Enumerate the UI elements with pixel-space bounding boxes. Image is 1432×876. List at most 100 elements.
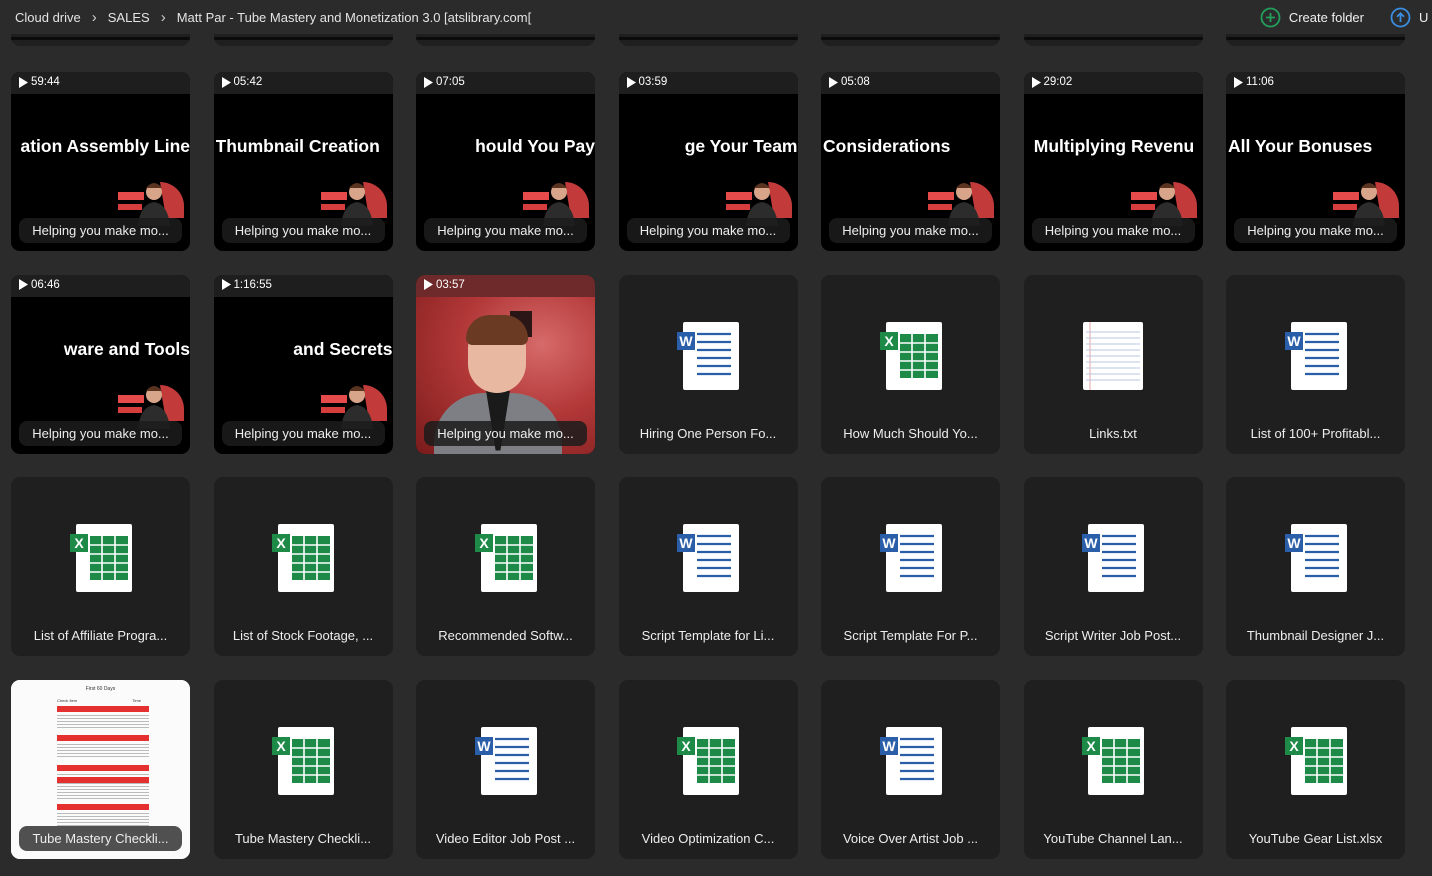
word-document-icon: W	[1284, 524, 1347, 592]
file-name-label: Script Template For P...	[829, 623, 992, 648]
file-tile-excel[interactable]: X How Much Should Yo...	[821, 274, 1000, 454]
previous-row-tile[interactable]	[821, 34, 1000, 46]
file-tile-word[interactable]: W List of 100+ Profitabl...	[1226, 274, 1405, 454]
svg-text:W: W	[1287, 333, 1301, 349]
preview-title: First 60 Days	[85, 685, 116, 692]
file-tile-video[interactable]: 03:59 ge Your Team Helping you make mo...	[618, 72, 798, 251]
file-tile-video[interactable]: 06:46 ware and Tools Helping you make mo..…	[11, 274, 190, 454]
upload-circle-icon	[1390, 7, 1411, 27]
duration-text: 29:02	[1043, 76, 1073, 88]
word-document-icon: W	[677, 321, 739, 390]
file-name-label: Helping you make mo...	[221, 420, 385, 446]
file-tile-word[interactable]: W Voice Over Artist Job ...	[821, 679, 1000, 859]
video-thumbnail-title: ge Your Team	[684, 136, 798, 156]
svg-text:X: X	[479, 535, 489, 551]
file-tile-word[interactable]: W Script Writer Job Post...	[1023, 477, 1203, 656]
previous-row-tile[interactable]	[619, 34, 798, 46]
breadcrumb-sales[interactable]: SALES	[108, 10, 150, 25]
file-tile-video[interactable]: 59:44 ation Assembly Line Helping you make…	[11, 72, 190, 251]
breadcrumb-current-folder: Matt Par - Tube Mastery and Monetization…	[176, 9, 532, 25]
svg-text:X: X	[74, 535, 84, 551]
preview-col-time: Time	[132, 697, 141, 703]
play-icon	[221, 76, 231, 88]
file-name-label: Helping you make mo...	[424, 218, 587, 243]
file-tile-video[interactable]: 05:08 Considerations Helping you make mo..…	[821, 72, 1000, 251]
upload-button[interactable]: U	[1390, 7, 1432, 28]
file-tile-photo[interactable]: 03:57 Helping you make mo...	[416, 274, 595, 454]
svg-text:X: X	[276, 738, 286, 754]
file-tile-word[interactable]: W Video Editor Job Post ...	[416, 679, 595, 859]
file-tile-excel[interactable]: X List of Affiliate Progra...	[11, 477, 190, 656]
duration-badge: 11:06	[1234, 76, 1274, 88]
word-document-icon: W	[474, 726, 537, 795]
play-icon	[829, 76, 838, 88]
duration-badge: 29:02	[1031, 76, 1073, 88]
preview-rows	[57, 712, 149, 728]
word-document-icon: W	[1284, 321, 1347, 390]
file-tile-video[interactable]: 05:42 Thumbnail Creation Helping you make …	[213, 72, 393, 251]
file-tile-text[interactable]: Links.txt	[1023, 274, 1203, 454]
svg-text:W: W	[1084, 535, 1098, 551]
duration-text: 05:08	[841, 76, 870, 88]
file-name-label: Thumbnail Designer J...	[1234, 623, 1397, 648]
video-thumbnail-title: and Secrets	[293, 338, 393, 359]
duration-text: 1:16:55	[233, 278, 272, 291]
file-tile-excel[interactable]: X Recommended Softw...	[416, 477, 595, 656]
file-tile-excel[interactable]: X YouTube Gear List.xlsx	[1226, 679, 1405, 859]
svg-text:X: X	[681, 738, 691, 754]
excel-spreadsheet-icon: X	[1082, 726, 1144, 795]
file-name-label: Script Template for Li...	[626, 623, 790, 648]
file-tile-word[interactable]: W Script Template For P...	[821, 477, 1000, 656]
file-tile-word[interactable]: W Thumbnail Designer J...	[1226, 477, 1405, 656]
file-name-label: Helping you make mo...	[424, 420, 587, 446]
text-file-icon	[1083, 321, 1143, 390]
excel-spreadsheet-icon: X	[677, 726, 739, 795]
file-tile-excel[interactable]: X List of Stock Footage, ...	[213, 477, 393, 656]
previous-row-tile[interactable]	[416, 34, 595, 46]
previous-row-tile[interactable]	[1024, 34, 1203, 46]
preview-rows	[57, 783, 149, 799]
file-name-label: Hiring One Person Fo...	[626, 420, 790, 446]
file-tile-excel[interactable]: X Video Optimization C...	[618, 679, 798, 859]
file-tile-checklist[interactable]: First 60 Days Check Item Time Tube Mastery …	[11, 679, 190, 859]
excel-spreadsheet-icon: X	[879, 321, 942, 390]
file-tile-video[interactable]: 1:16:55 and Secrets Helping you make mo...	[213, 274, 393, 454]
video-thumbnail-title: ware and Tools	[63, 338, 190, 359]
duration-badge: 06:46	[19, 279, 60, 291]
duration-text: 03:57	[436, 278, 465, 291]
duration-badge: 03:57	[424, 279, 465, 291]
file-tile-word[interactable]: W Script Template for Li...	[618, 477, 798, 656]
breadcrumb-chevron-icon: ›	[91, 8, 97, 26]
play-icon	[221, 279, 231, 290]
svg-text:X: X	[276, 535, 286, 551]
preview-col-item: Check Item	[57, 697, 78, 703]
play-icon	[424, 76, 433, 88]
play-icon	[424, 279, 433, 290]
file-name-label: Tube Mastery Checkli...	[19, 825, 182, 851]
excel-spreadsheet-icon: X	[1284, 726, 1347, 795]
svg-text:X: X	[1289, 738, 1299, 754]
video-thumbnail-title: hould You Pay	[475, 136, 595, 156]
previous-row-tile[interactable]	[11, 34, 190, 46]
file-tile-video[interactable]: 11:06 All Your Bonuses Helping you make mo…	[1226, 72, 1405, 251]
play-icon	[626, 76, 636, 88]
preview-section-bar	[57, 734, 149, 741]
file-name-label: YouTube Gear List.xlsx	[1234, 825, 1397, 851]
previous-row-tile[interactable]	[1226, 34, 1405, 46]
file-tile-word[interactable]: W Hiring One Person Fo...	[618, 274, 798, 454]
duration-badge: 59:44	[19, 76, 60, 88]
previous-row-tile[interactable]	[214, 34, 393, 46]
breadcrumb-cloud-drive[interactable]: Cloud drive	[15, 10, 81, 25]
file-tile-excel[interactable]: X YouTube Channel Lan...	[1023, 679, 1203, 859]
file-tile-video[interactable]: 29:02 Multiplying Revenu Helping you make …	[1023, 72, 1203, 251]
file-tile-excel[interactable]: X Tube Mastery Checkli...	[213, 679, 393, 859]
file-tile-video[interactable]: 07:05 hould You Pay Helping you make mo...	[416, 72, 595, 251]
svg-text:W: W	[477, 738, 491, 754]
file-grid: 59:44 ation Assembly Line Helping you make…	[11, 72, 1405, 859]
duration-text: 59:44	[31, 76, 60, 88]
file-name-label: Recommended Softw...	[424, 623, 587, 648]
word-document-icon: W	[879, 726, 942, 795]
create-folder-button[interactable]: Create folder	[1260, 7, 1364, 28]
file-name-label: Helping you make mo...	[626, 218, 790, 243]
duration-text: 03:59	[638, 76, 668, 88]
